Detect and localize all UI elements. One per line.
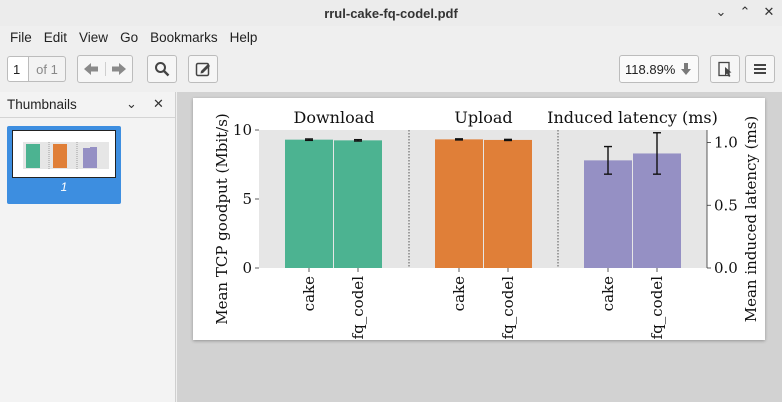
x-tick-label: fq_codel	[648, 276, 666, 340]
x-tick-label: fq_codel	[349, 276, 367, 340]
previous-page-button[interactable]	[78, 62, 105, 76]
y-tick-label-left: 5	[242, 190, 252, 208]
edit-icon	[195, 62, 210, 77]
minimize-button[interactable]: ⌄	[714, 4, 728, 20]
sidebar-header: Thumbnails ⌄ ✕	[0, 92, 175, 118]
thumbnail-chart-preview	[23, 142, 109, 169]
y-tick-label-right: 0.0	[714, 259, 738, 277]
bar	[334, 140, 382, 268]
zoom-value: 118.89%	[625, 61, 676, 77]
thumbnail-page-number: 1	[60, 180, 68, 194]
maximize-button[interactable]: ⌃	[738, 4, 752, 20]
next-page-button[interactable]	[104, 62, 132, 76]
pdf-page: Download cake fq_codel Upload cake fq_codel In…	[193, 98, 765, 340]
panel-title: Upload	[454, 108, 512, 127]
cursor-page-icon	[718, 61, 732, 77]
menu-view[interactable]: View	[73, 30, 114, 45]
menu-button[interactable]	[745, 55, 775, 83]
page-number-input[interactable]: 1	[7, 56, 29, 82]
document-view[interactable]: Download cake fq_codel Upload cake fq_codel In…	[177, 92, 782, 402]
hamburger-icon	[754, 64, 766, 74]
find-button[interactable]	[147, 55, 177, 83]
y-axis-label-right: Mean induced latency (ms)	[742, 116, 760, 323]
menu-file[interactable]: File	[4, 30, 38, 45]
title-bar: rrul-cake-fq-codel.pdf ⌄ ⌃ ✕	[0, 0, 782, 26]
close-sidebar-button[interactable]: ✕	[153, 96, 164, 112]
chevron-down-icon[interactable]: ⌄	[126, 96, 137, 112]
page-nav-group	[77, 55, 133, 83]
bar	[584, 160, 632, 268]
y-axis-label-left: Mean TCP goodput (Mbit/s)	[213, 113, 231, 325]
x-tick-label: cake	[450, 276, 468, 311]
annotate-button[interactable]	[188, 55, 218, 83]
page-thumbnail[interactable]: 1	[7, 126, 121, 204]
page-count: of 1	[29, 56, 66, 82]
app-window: rrul-cake-fq-codel.pdf ⌄ ⌃ ✕ File Edit V…	[0, 0, 782, 402]
menu-go[interactable]: Go	[114, 30, 144, 45]
menu-edit[interactable]: Edit	[38, 30, 73, 45]
x-tick-label: cake	[300, 276, 318, 311]
zoom-select[interactable]: 118.89%	[619, 55, 699, 83]
thumbnail-preview	[12, 130, 116, 178]
menu-help[interactable]: Help	[224, 30, 264, 45]
y-tick-label-left: 10	[233, 121, 252, 139]
y-tick-label-left: 0	[242, 259, 252, 277]
search-icon	[155, 62, 170, 77]
sidebar-title: Thumbnails	[7, 97, 77, 112]
arrow-right-icon	[111, 63, 126, 75]
selection-mode-button[interactable]	[710, 55, 740, 83]
x-tick-label: fq_codel	[499, 276, 517, 340]
bar-chart-figure: Download cake fq_codel Upload cake fq_codel In…	[213, 108, 760, 340]
bar	[484, 139, 532, 268]
bar	[285, 139, 333, 268]
menu-bookmarks[interactable]: Bookmarks	[144, 30, 224, 45]
window-title: rrul-cake-fq-codel.pdf	[324, 5, 458, 21]
y-tick-label-right: 0.5	[714, 196, 738, 214]
arrow-down-icon	[681, 63, 692, 75]
y-tick-label-right: 1.0	[714, 134, 738, 152]
bar	[435, 139, 483, 268]
close-button[interactable]: ✕	[762, 4, 776, 20]
x-tick-label: cake	[599, 276, 617, 311]
menu-bar: File Edit View Go Bookmarks Help	[0, 26, 782, 48]
panel-title: Induced latency (ms)	[547, 108, 718, 127]
arrow-left-icon	[84, 63, 99, 75]
panel-title: Download	[294, 108, 375, 127]
sidebar: Thumbnails ⌄ ✕ 1	[0, 92, 176, 402]
